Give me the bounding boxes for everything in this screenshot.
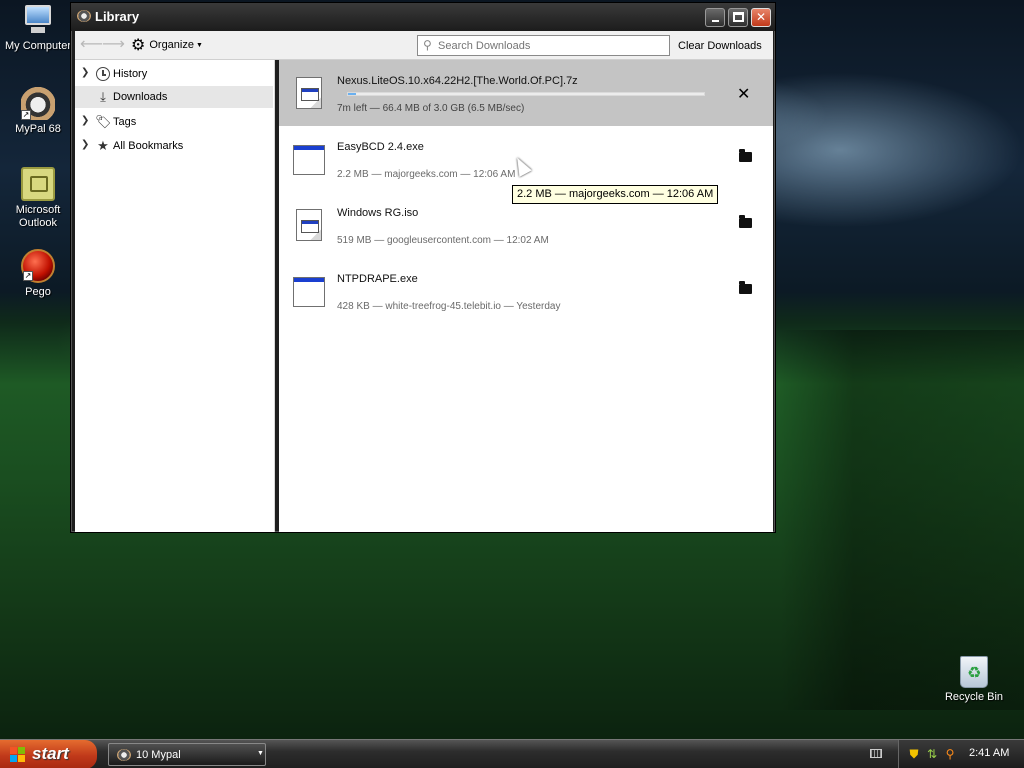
security-shield-icon[interactable]: ⛊ bbox=[907, 747, 921, 761]
download-name: EasyBCD 2.4.exe bbox=[337, 141, 424, 153]
maximize-button[interactable] bbox=[728, 8, 748, 27]
clock-icon bbox=[95, 66, 111, 82]
expand-arrow-icon[interactable]: ❯ bbox=[81, 115, 89, 126]
library-window: Library ✕ ⟵ ⟶ ⚙Organize▼ ⚲ Clear Downloa… bbox=[70, 2, 776, 533]
pego-icon: ↗ bbox=[21, 249, 55, 283]
desktop-icon-pego[interactable]: ↗ Pego bbox=[1, 249, 75, 299]
organize-button[interactable]: ⚙ Organize ▼ bbox=[131, 37, 203, 54]
sidebar-item-label: History bbox=[113, 68, 148, 80]
desktop-icon-recycle-bin[interactable]: Recycle Bin bbox=[937, 656, 1011, 704]
desktop-icon-label: Pego bbox=[25, 286, 51, 298]
mypal-icon: ↗ bbox=[21, 86, 55, 120]
expand-arrow-icon[interactable]: ❯ bbox=[81, 67, 89, 78]
download-meta: 519 MB — googleusercontent.com — 12:02 A… bbox=[337, 235, 549, 246]
title-bar[interactable]: Library ✕ bbox=[71, 3, 775, 31]
download-meta: 7m left — 66.4 MB of 3.0 GB (6.5 MB/sec) bbox=[337, 103, 525, 114]
close-icon: ✕ bbox=[755, 10, 767, 24]
sidebar-item-all-bookmarks[interactable]: ❯ ★ All Bookmarks bbox=[75, 135, 273, 157]
search-icon: ⚲ bbox=[423, 38, 432, 52]
mypal-icon bbox=[117, 749, 131, 761]
back-arrow-icon[interactable]: ⟵ bbox=[80, 37, 103, 53]
library-sidebar: ❯ History ⤓ Downloads ❯ 🏷 Tags ❯ ★ All B… bbox=[75, 60, 275, 532]
document-file-icon bbox=[296, 77, 322, 109]
taskbar-button-mypal[interactable]: 10 Mypal ▼ bbox=[108, 743, 266, 766]
search-tray-icon[interactable]: ⚲ bbox=[943, 747, 957, 761]
progress-fill bbox=[348, 93, 356, 95]
network-icon[interactable]: ⇅ bbox=[925, 747, 939, 761]
clear-downloads-button[interactable]: Clear Downloads bbox=[678, 40, 762, 52]
exe-file-icon bbox=[293, 145, 325, 175]
sidebar-item-history[interactable]: ❯ History bbox=[75, 63, 273, 85]
sidebar-item-label: All Bookmarks bbox=[113, 140, 184, 152]
close-button[interactable]: ✕ bbox=[751, 8, 771, 27]
desktop-icon-my-computer[interactable]: My Computer bbox=[1, 3, 75, 53]
start-button[interactable]: start bbox=[0, 740, 97, 768]
toolbar: ⟵ ⟶ ⚙Organize▼ ⚲ Clear Downloads bbox=[75, 31, 773, 60]
minimize-icon bbox=[712, 20, 719, 22]
start-label: start bbox=[32, 744, 69, 763]
maximize-icon bbox=[733, 12, 744, 22]
download-progress-bar bbox=[347, 92, 705, 96]
download-meta: 2.2 MB — majorgeeks.com — 12:06 AM bbox=[337, 169, 516, 180]
minimize-button[interactable] bbox=[705, 8, 725, 27]
tag-icon: 🏷 bbox=[95, 114, 112, 129]
folder-icon[interactable] bbox=[739, 281, 752, 294]
expand-arrow-icon[interactable]: ❯ bbox=[81, 139, 89, 150]
desktop-icon-label: Recycle Bin bbox=[944, 691, 1004, 703]
folder-icon[interactable] bbox=[739, 215, 752, 228]
star-icon: ★ bbox=[97, 138, 109, 153]
system-tray: ⛊ ⇅ ⚲ 2:41 AM bbox=[898, 740, 1024, 768]
download-item[interactable]: Nexus.LiteOS.10.x64.22H2.[The.World.Of.P… bbox=[279, 60, 773, 126]
tooltip: 2.2 MB — majorgeeks.com — 12:06 AM bbox=[512, 185, 719, 204]
desktop-icon-outlook[interactable]: Microsoft Outlook bbox=[1, 167, 75, 230]
exe-file-icon bbox=[293, 277, 325, 307]
caret-down-icon: ▼ bbox=[195, 42, 203, 49]
gear-icon: ⚙ bbox=[131, 37, 146, 54]
download-icon: ⤓ bbox=[100, 89, 106, 104]
taskbar: start 10 Mypal ▼ ⛊ ⇅ ⚲ 2:41 AM bbox=[0, 739, 1024, 768]
clock[interactable]: 2:41 AM bbox=[969, 747, 1009, 759]
caret-down-icon: ▼ bbox=[257, 750, 264, 757]
cancel-icon[interactable]: ✕ bbox=[737, 84, 750, 104]
sidebar-item-label: Tags bbox=[113, 116, 137, 128]
search-input[interactable] bbox=[438, 38, 666, 53]
my-computer-icon bbox=[21, 3, 55, 37]
download-meta: 428 KB — white-treefrog-45.telebit.io — … bbox=[337, 301, 561, 312]
wallpaper-shadow bbox=[780, 330, 1024, 710]
sidebar-item-label: Downloads bbox=[113, 91, 168, 103]
download-name: Nexus.LiteOS.10.x64.22H2.[The.World.Of.P… bbox=[337, 75, 578, 87]
desktop-icon-label: Microsoft Outlook bbox=[15, 204, 61, 229]
desktop-icon-label: MyPal 68 bbox=[15, 123, 61, 135]
desktop-icon-mypal[interactable]: ↗ MyPal 68 bbox=[1, 86, 75, 136]
outlook-icon bbox=[21, 167, 55, 201]
forward-arrow-icon[interactable]: ⟶ bbox=[102, 37, 125, 53]
document-file-icon bbox=[296, 209, 322, 241]
taskbar-button-label: 10 Mypal bbox=[136, 749, 181, 761]
download-item[interactable]: NTPDRAPE.exe 428 KB — white-treefrog-45.… bbox=[279, 258, 773, 324]
window-title: Library bbox=[95, 9, 140, 24]
organize-label: Organize bbox=[149, 39, 194, 51]
download-name: Windows RG.iso bbox=[337, 207, 419, 219]
mypal-icon bbox=[77, 10, 91, 22]
sidebar-item-downloads[interactable]: ⤓ Downloads bbox=[75, 86, 273, 108]
windows-logo-icon bbox=[10, 747, 26, 763]
sidebar-item-tags[interactable]: ❯ 🏷 Tags bbox=[75, 111, 273, 133]
search-box[interactable]: ⚲ bbox=[417, 35, 670, 56]
recycle-bin-icon bbox=[960, 656, 988, 688]
folder-icon[interactable] bbox=[739, 149, 752, 162]
download-name: NTPDRAPE.exe bbox=[337, 273, 418, 285]
desktop-icon-label: My Computer bbox=[4, 40, 72, 52]
keyboard-icon[interactable] bbox=[870, 749, 882, 758]
downloads-list: Nexus.LiteOS.10.x64.22H2.[The.World.Of.P… bbox=[279, 60, 773, 532]
